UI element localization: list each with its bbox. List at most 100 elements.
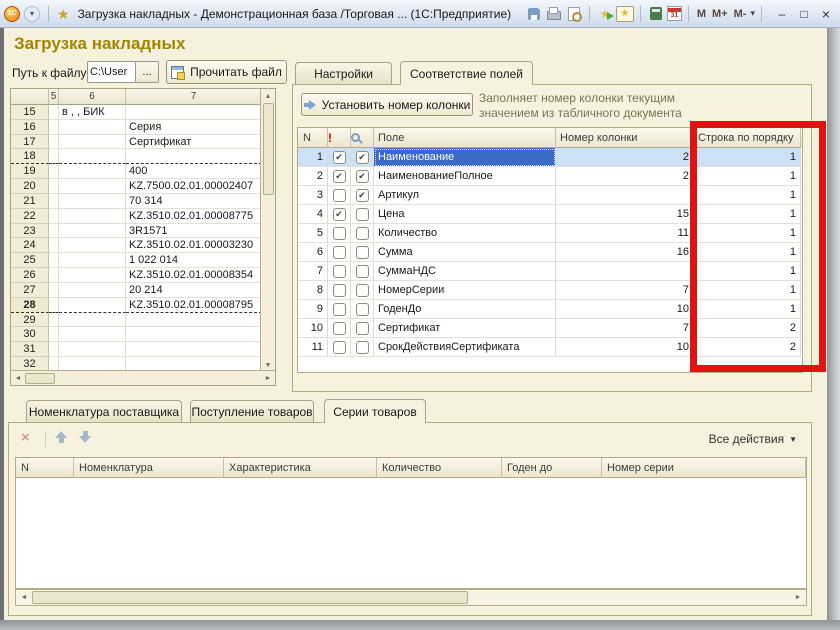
sheet-row[interactable]: 24KZ.3510.02.01.00003230: [11, 238, 275, 253]
delete-icon[interactable]: ×: [21, 429, 30, 446]
search-checkbox[interactable]: [356, 265, 369, 278]
required-checkbox[interactable]: [333, 265, 346, 278]
row-number: 27: [11, 283, 49, 298]
spreadsheet-vscrollbar[interactable]: ▲ ▼: [260, 89, 275, 372]
tab-top-2[interactable]: Соответствие полей: [400, 61, 533, 85]
close-button[interactable]: ×: [816, 5, 836, 22]
column-number-cell: 10: [556, 338, 694, 357]
minimize-button[interactable]: –: [772, 5, 792, 22]
col-header-5[interactable]: 5: [49, 89, 59, 105]
browse-button[interactable]: ...: [136, 61, 159, 83]
required-checkbox[interactable]: [333, 284, 346, 297]
sheet-row[interactable]: 18: [11, 149, 275, 164]
sheet-row[interactable]: 2170 314: [11, 194, 275, 209]
set-column-number-button[interactable]: Установить номер колонки: [301, 93, 473, 116]
m-minus-button[interactable]: M-: [732, 8, 749, 20]
calendar-icon[interactable]: [667, 6, 682, 21]
tab-top-1[interactable]: Настройки: [295, 62, 392, 84]
series-col-header-4[interactable]: Количество: [377, 458, 502, 478]
sheet-row[interactable]: 16Серия: [11, 120, 275, 135]
move-up-icon[interactable]: [53, 429, 69, 445]
sheet-row[interactable]: 20KZ.7500.02.01.00002407: [11, 179, 275, 194]
read-file-button[interactable]: Прочитать файл: [166, 60, 287, 84]
favorites-add-icon[interactable]: [596, 6, 614, 22]
search-checkbox[interactable]: ✔: [356, 170, 369, 183]
row-number: 26: [11, 268, 49, 283]
sheet-row[interactable]: 233R1571: [11, 224, 275, 239]
required-checkbox[interactable]: ✔: [333, 208, 346, 221]
required-checkbox[interactable]: [333, 322, 346, 335]
required-checkbox[interactable]: [333, 341, 346, 354]
hscroll-thumb[interactable]: [25, 373, 55, 384]
spreadsheet-hscrollbar[interactable]: ◄ ►: [11, 370, 275, 385]
series-col-header-2[interactable]: Номенклатура: [74, 458, 224, 478]
search-checkbox[interactable]: ✔: [356, 151, 369, 164]
tab-bottom-1[interactable]: Номенклатура поставщика: [26, 400, 182, 422]
tab-bottom-2[interactable]: Поступление товаров: [190, 400, 314, 422]
required-checkbox[interactable]: ✔: [333, 170, 346, 183]
search-checkbox[interactable]: [356, 322, 369, 335]
vscroll-thumb[interactable]: [263, 103, 274, 195]
required-checkbox[interactable]: [333, 227, 346, 240]
sheet-row[interactable]: 31: [11, 342, 275, 357]
required-checkbox[interactable]: [333, 303, 346, 316]
scroll-right-icon[interactable]: ►: [261, 371, 275, 385]
col-header-n[interactable]: N: [298, 128, 328, 148]
search-checkbox[interactable]: [356, 284, 369, 297]
sheet-row[interactable]: 22KZ.3510.02.01.00008775: [11, 209, 275, 224]
tab-bottom-3[interactable]: Серии товаров: [324, 399, 426, 423]
sheet-row[interactable]: 26KZ.3510.02.01.00008354: [11, 268, 275, 283]
m-button[interactable]: M: [695, 8, 708, 20]
chevron-down-icon[interactable]: ▾: [750, 8, 755, 19]
col-header-field[interactable]: Поле: [374, 128, 556, 148]
sheet-row[interactable]: 15в , , БИК: [11, 105, 275, 120]
sheet-row[interactable]: 28KZ.3510.02.01.00008795: [11, 298, 275, 313]
sheet-row[interactable]: 30: [11, 327, 275, 342]
favorites-star-icon[interactable]: ★: [57, 7, 70, 21]
series-col-header-3[interactable]: Характеристика: [224, 458, 377, 478]
col-header-7[interactable]: 7: [126, 89, 262, 105]
move-down-icon[interactable]: [77, 429, 93, 445]
search-checkbox[interactable]: ✔: [356, 189, 369, 202]
col-header-search[interactable]: [351, 128, 374, 148]
search-checkbox[interactable]: [356, 246, 369, 259]
row-number: 22: [11, 209, 49, 224]
row-number: 16: [11, 120, 49, 135]
col-header-required[interactable]: !: [328, 128, 351, 148]
search-checkbox[interactable]: [356, 208, 369, 221]
scroll-right-icon[interactable]: ►: [790, 591, 806, 605]
series-col-header-5[interactable]: Годен до: [502, 458, 602, 478]
search-checkbox[interactable]: [356, 227, 369, 240]
favorites-icon[interactable]: [616, 6, 634, 22]
search-checkbox[interactable]: [356, 341, 369, 354]
window-frame-bottom: [0, 620, 840, 630]
sheet-row[interactable]: 29: [11, 313, 275, 328]
maximize-button[interactable]: □: [794, 5, 814, 22]
save-icon[interactable]: [525, 6, 543, 22]
file-path-input[interactable]: C:\User: [87, 61, 136, 83]
system-menu-chevron-icon[interactable]: ▾: [24, 6, 40, 22]
search-checkbox[interactable]: [356, 303, 369, 316]
required-checkbox[interactable]: [333, 189, 346, 202]
hscroll-thumb[interactable]: [32, 591, 468, 604]
sheet-row[interactable]: 2720 214: [11, 283, 275, 298]
sheet-row[interactable]: 251 022 014: [11, 253, 275, 268]
sheet-row[interactable]: 19400: [11, 164, 275, 179]
all-actions-button[interactable]: Все действия ▼: [709, 432, 797, 446]
sheet-row[interactable]: 17Сертификат: [11, 135, 275, 150]
m-plus-button[interactable]: M+: [710, 8, 730, 20]
scroll-up-icon[interactable]: ▲: [261, 89, 275, 103]
series-table-body[interactable]: [16, 478, 806, 588]
scroll-left-icon[interactable]: ◄: [16, 591, 32, 605]
col-header-column-number[interactable]: Номер колонки: [556, 128, 694, 148]
series-hscrollbar[interactable]: ◄ ►: [15, 589, 807, 606]
calculator-icon[interactable]: [647, 6, 665, 22]
required-checkbox[interactable]: [333, 246, 346, 259]
required-checkbox[interactable]: ✔: [333, 151, 346, 164]
print-icon[interactable]: [545, 6, 563, 22]
scroll-left-icon[interactable]: ◄: [11, 371, 25, 385]
print-preview-icon[interactable]: [565, 6, 583, 22]
series-col-header-1[interactable]: N: [16, 458, 74, 478]
col-header-6[interactable]: 6: [59, 89, 126, 105]
series-col-header-6[interactable]: Номер серии: [602, 458, 806, 478]
